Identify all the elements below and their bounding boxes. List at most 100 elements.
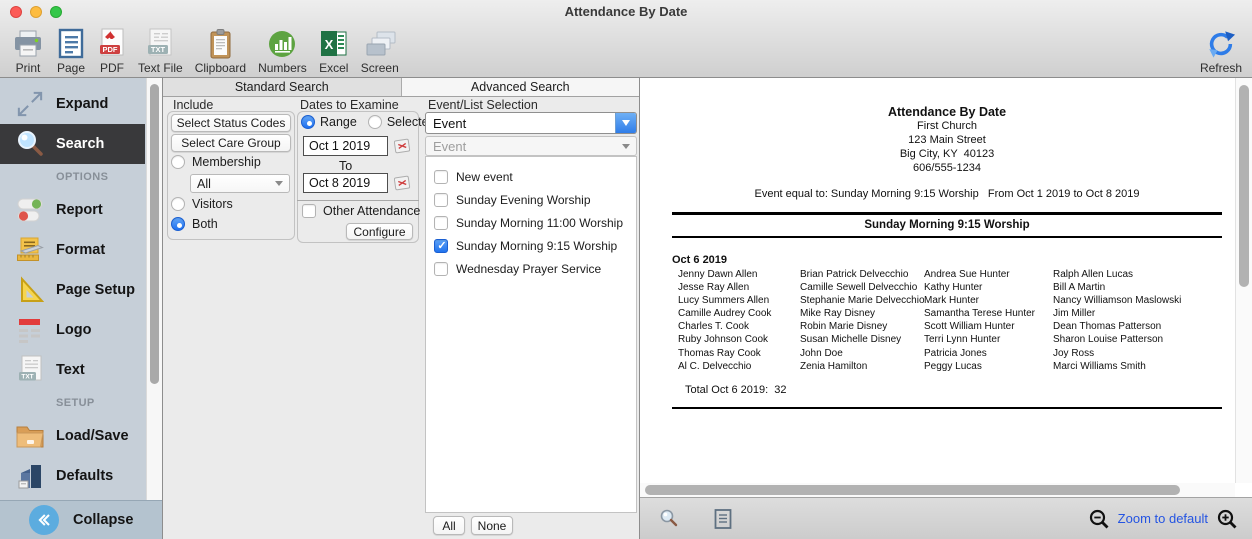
visitors-radio-row[interactable]: Visitors xyxy=(171,197,233,211)
range-radio-row[interactable]: Range Selected xyxy=(301,115,436,129)
visitors-radio[interactable] xyxy=(171,197,185,211)
attendee-name: Brian Patrick Delvecchio xyxy=(800,268,924,281)
event-checkbox[interactable] xyxy=(434,170,448,184)
sidebar-item-load-save[interactable]: Load/Save xyxy=(0,416,145,456)
chevron-down-icon[interactable] xyxy=(615,113,636,133)
report-title: Attendance By Date xyxy=(672,105,1222,119)
scrollbar-thumb[interactable] xyxy=(645,485,1180,495)
page-view-button[interactable] xyxy=(713,508,733,530)
refresh-button[interactable]: Refresh xyxy=(1200,27,1242,75)
sidebar-item-report[interactable]: Report xyxy=(0,190,145,230)
event-list-dropdown: Event xyxy=(425,136,637,156)
toggles-icon xyxy=(15,195,45,225)
sidebar-item-text[interactable]: TXT Text xyxy=(0,350,145,390)
attendee-name: Jim Miller xyxy=(1053,307,1222,320)
range-radio[interactable] xyxy=(301,115,315,129)
event-checkbox[interactable] xyxy=(434,239,448,253)
scrollbar-thumb[interactable] xyxy=(1239,85,1249,287)
zoom-in-button[interactable] xyxy=(1216,508,1238,530)
sidebar-item-logo[interactable]: Logo xyxy=(0,310,145,350)
page-icon xyxy=(56,27,86,60)
clipboard-button[interactable]: Clipboard xyxy=(195,27,246,75)
event-checkbox[interactable] xyxy=(434,193,448,207)
membership-filter-dropdown[interactable]: All xyxy=(190,174,290,193)
sidebar-item-format[interactable]: Format xyxy=(0,230,145,270)
report-address-2: Big City, KY 40123 xyxy=(672,147,1222,161)
event-type-value: Event xyxy=(433,116,466,131)
excel-button[interactable]: X Excel xyxy=(319,27,349,75)
other-attendance-checkbox[interactable] xyxy=(302,204,316,218)
other-attendance-label: Other Attendance xyxy=(323,204,420,218)
close-button[interactable] xyxy=(10,6,22,18)
sidebar-section-options: OPTIONS xyxy=(0,164,145,190)
numbers-button[interactable]: Numbers xyxy=(258,27,307,75)
tab-advanced-search[interactable]: Advanced Search xyxy=(402,78,640,96)
to-date-picker-icon[interactable] xyxy=(394,175,411,196)
from-date-picker-icon[interactable] xyxy=(394,138,411,159)
minimize-button[interactable] xyxy=(30,6,42,18)
attendee-name: Ralph Allen Lucas xyxy=(1053,268,1222,281)
fullscreen-button[interactable] xyxy=(50,6,62,18)
search-icon xyxy=(15,129,45,159)
page-button[interactable]: Page xyxy=(56,27,86,75)
both-radio[interactable] xyxy=(171,217,185,231)
membership-radio[interactable] xyxy=(171,155,185,169)
attendee-name: Zenia Hamilton xyxy=(800,360,924,373)
attendee-grid: Jenny Dawn AllenBrian Patrick Delvecchio… xyxy=(672,268,1222,373)
membership-filter-value: All xyxy=(197,177,211,191)
attendee-name: Ruby Johnson Cook xyxy=(678,333,800,346)
select-status-codes-button[interactable]: Select Status Codes xyxy=(171,114,291,132)
pdf-button[interactable]: PDF PDF xyxy=(98,27,126,75)
sidebar-item-label: Report xyxy=(56,202,103,218)
sidebar-scrollbar[interactable] xyxy=(146,78,162,500)
select-care-group-button[interactable]: Select Care Group xyxy=(171,134,291,152)
selected-radio[interactable] xyxy=(368,115,382,129)
event-label: New event xyxy=(456,170,513,184)
clipboard-icon xyxy=(206,27,234,60)
event-checkbox-item[interactable]: New event xyxy=(426,165,636,188)
sidebar-item-label: Page Setup xyxy=(56,282,135,298)
sidebar-item-search[interactable]: Search xyxy=(0,124,145,164)
zoom-to-default-link[interactable]: Zoom to default xyxy=(1118,511,1208,526)
attendee-name: Camille Sewell Delvecchio xyxy=(800,281,924,294)
to-date-field[interactable]: Oct 8 2019 xyxy=(303,173,388,193)
tab-standard-search[interactable]: Standard Search xyxy=(163,78,402,96)
event-checkbox-item[interactable]: Sunday Evening Worship xyxy=(426,188,636,211)
sidebar-item-page-setup[interactable]: Page Setup xyxy=(0,270,145,310)
preview-vertical-scrollbar[interactable] xyxy=(1235,78,1252,483)
sidebar-item-expand[interactable]: Expand xyxy=(0,84,145,124)
event-checkbox-item[interactable]: Sunday Morning 11:00 Worship xyxy=(426,211,636,234)
other-attendance-row[interactable]: Other Attendance xyxy=(302,204,420,218)
event-list[interactable]: New eventSunday Evening WorshipSunday Mo… xyxy=(425,156,637,513)
preview-horizontal-scrollbar[interactable] xyxy=(640,483,1235,497)
sidebar-item-defaults[interactable]: Defaults xyxy=(0,456,145,496)
scrollbar-thumb[interactable] xyxy=(150,84,159,384)
report-total: Total Oct 6 2019: 32 xyxy=(672,384,1222,396)
none-button[interactable]: None xyxy=(471,516,513,535)
find-in-report-button[interactable] xyxy=(658,508,680,530)
numbers-icon xyxy=(267,27,297,60)
both-radio-row[interactable]: Both xyxy=(171,217,218,231)
collapse-icon xyxy=(29,505,59,535)
event-label: Wednesday Prayer Service xyxy=(456,262,601,276)
screen-button[interactable]: Screen xyxy=(361,27,399,75)
from-date-field[interactable]: Oct 1 2019 xyxy=(303,136,388,156)
screen-icon xyxy=(363,27,397,60)
sidebar-item-label: Load/Save xyxy=(56,428,129,444)
zoom-out-button[interactable] xyxy=(1088,508,1110,530)
event-checkbox[interactable] xyxy=(434,262,448,276)
text-file-button[interactable]: TXT Text File xyxy=(138,27,183,75)
configure-button[interactable]: Configure xyxy=(346,223,413,240)
event-checkbox[interactable] xyxy=(434,216,448,230)
sidebar-item-label: Defaults xyxy=(56,468,113,484)
sidebar-item-collapse[interactable]: Collapse xyxy=(0,500,162,539)
event-checkbox-item[interactable]: Sunday Morning 9:15 Worship xyxy=(426,234,636,257)
event-type-dropdown[interactable]: Event xyxy=(425,112,637,134)
event-label: Sunday Morning 9:15 Worship xyxy=(456,239,617,253)
print-button[interactable]: Print xyxy=(12,27,44,75)
all-button[interactable]: All xyxy=(433,516,465,535)
membership-radio-row[interactable]: Membership xyxy=(171,155,261,169)
titlebar: Attendance By Date xyxy=(0,0,1252,24)
report-preview: Attendance By Date First Church 123 Main… xyxy=(640,78,1252,539)
event-checkbox-item[interactable]: Wednesday Prayer Service xyxy=(426,257,636,280)
